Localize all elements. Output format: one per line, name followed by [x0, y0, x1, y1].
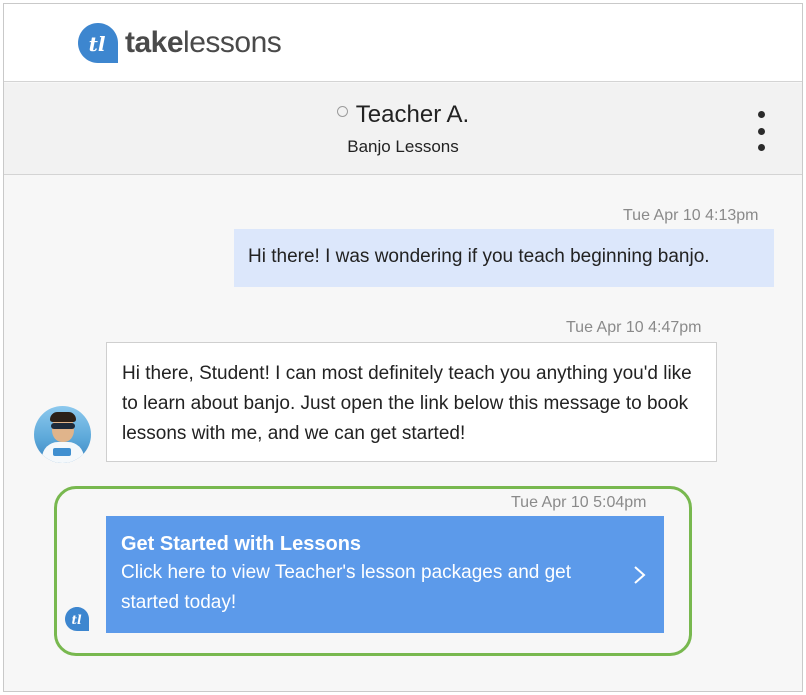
tl-logo-icon: tl: [78, 23, 118, 63]
message-timestamp: Tue Apr 10 4:47pm: [566, 319, 702, 336]
svg-text:tl: tl: [71, 613, 82, 627]
takelessons-sender-icon: tl: [65, 607, 89, 631]
chat-window: tl takelessons Teacher A. Banjo Lessons …: [3, 3, 803, 692]
message-timestamp: Tue Apr 10 4:13pm: [623, 207, 759, 224]
teacher-message: Hi there, Student! I can most definitely…: [106, 342, 717, 462]
chevron-right-icon: [634, 566, 646, 584]
vertical-ellipsis-icon: [757, 144, 765, 151]
teacher-title-row: Teacher A.: [4, 101, 802, 129]
get-started-card[interactable]: Get Started with Lessons Click here to v…: [106, 516, 664, 633]
avatar-shirt-print: [53, 448, 71, 456]
course-name: Banjo Lessons: [347, 137, 459, 156]
avatar-sunglasses: [51, 423, 75, 429]
brand-name-light: lessons: [183, 26, 282, 59]
vertical-ellipsis-icon: [757, 127, 765, 135]
message-timestamp: Tue Apr 10 5:04pm: [511, 494, 647, 511]
avatar-hair: [50, 412, 76, 422]
brand-wordmark[interactable]: takelessons: [125, 26, 282, 60]
status-indicator-icon: [336, 106, 348, 117]
teacher-avatar[interactable]: [34, 406, 91, 463]
more-options-button[interactable]: [748, 111, 774, 151]
brand-bar: tl takelessons: [4, 4, 802, 82]
svg-text:tl: tl: [89, 32, 106, 56]
student-message: Hi there! I was wondering if you teach b…: [234, 229, 774, 287]
teacher-name: Teacher A.: [355, 101, 470, 128]
brand-name-strong: take: [125, 26, 184, 59]
cta-description: Click here to view Teacher's lesson pack…: [121, 562, 572, 613]
cta-title: Get Started with Lessons: [121, 533, 362, 555]
conversation-header: Teacher A. Banjo Lessons: [4, 83, 802, 175]
vertical-ellipsis-icon: [757, 111, 765, 118]
